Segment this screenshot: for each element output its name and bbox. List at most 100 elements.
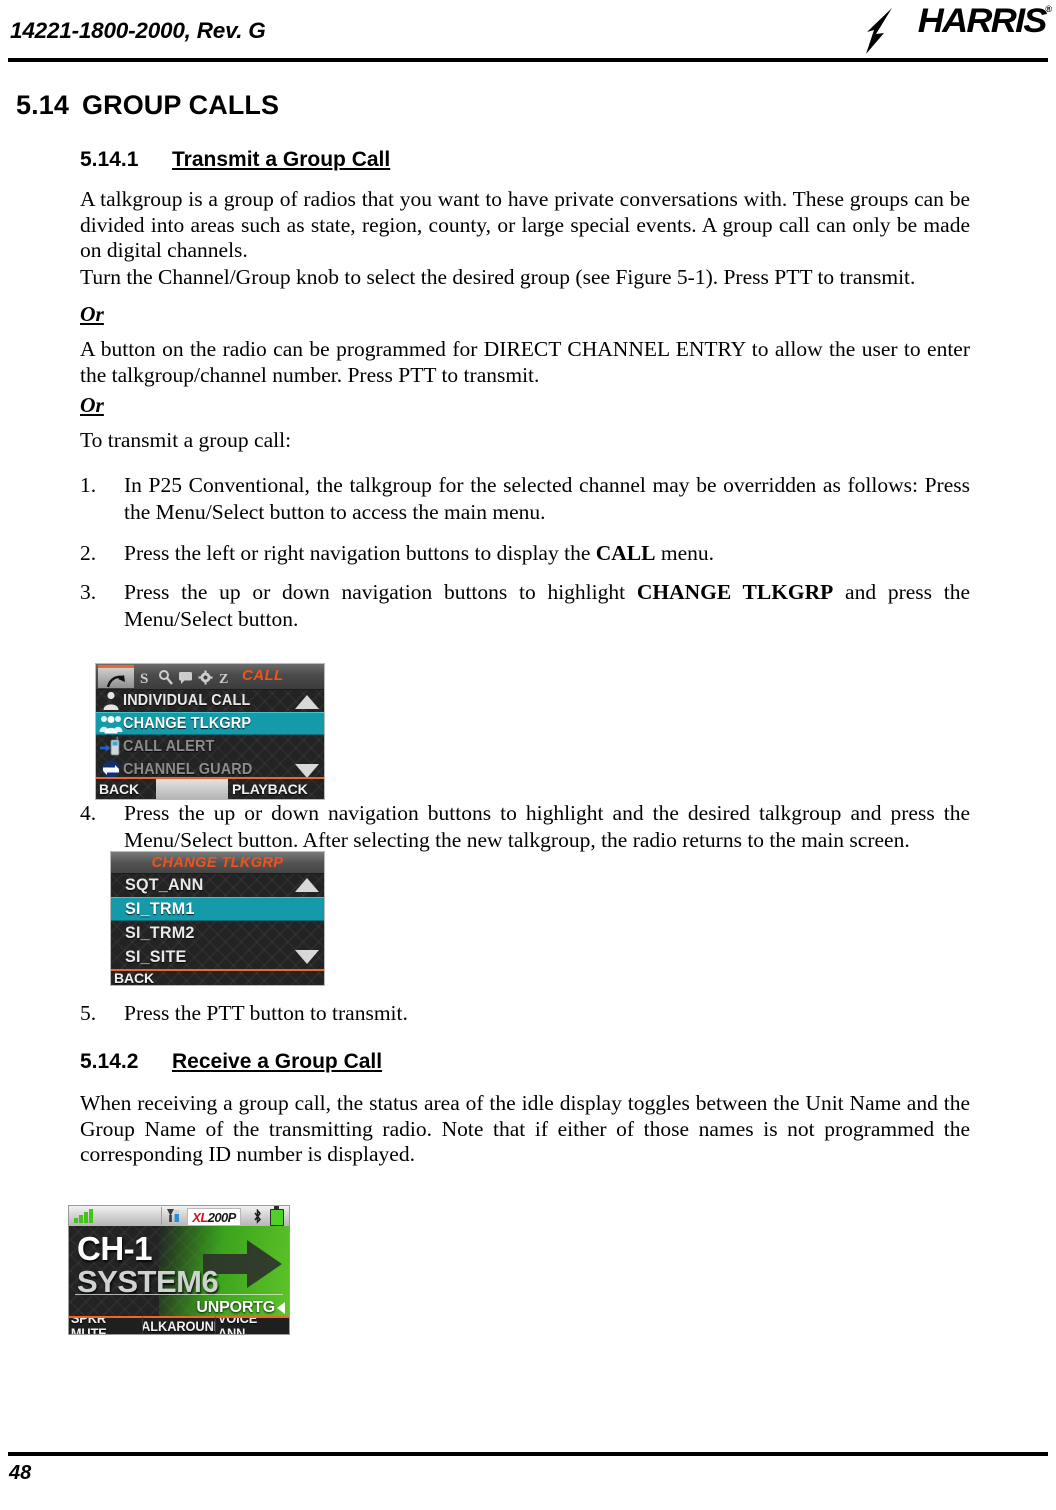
section-number: 5.14	[16, 90, 69, 120]
softkey-playback[interactable]: PLAYBACK	[228, 777, 324, 799]
idle-main-area: CH-1 SYSTEM6 UNPORTG	[69, 1226, 289, 1318]
list-marker: 4.	[80, 801, 97, 825]
group-people-icon	[99, 713, 123, 734]
subsection-title-2: Receive a Group Call	[172, 1050, 383, 1073]
left-caret-icon	[277, 1302, 285, 1314]
subsection-heading-1: 5.14.1 Transmit a Group Call	[80, 148, 390, 172]
scan-s-icon[interactable]: S	[138, 669, 153, 687]
radio-screenshot-idle-display: XL200P CH-1 SYSTEM6 UNPORTG SPKR MUTE TA…	[68, 1205, 290, 1335]
softkey-talkaround[interactable]: TALKAROUND	[141, 1316, 216, 1334]
signal-strength-icon	[74, 1209, 96, 1223]
list-marker: 3.	[80, 580, 97, 604]
menu-item-change-tlkgrp[interactable]: CHANGE TLKGRP	[96, 712, 324, 735]
lightning-bolt-icon	[866, 8, 892, 54]
softkey-back[interactable]: BACK	[111, 969, 163, 985]
idle-divider-line	[75, 1294, 283, 1295]
status-bar: XL200P	[69, 1206, 289, 1227]
list-item: 3. Press the up or down navigation butto…	[80, 579, 970, 633]
softkey-label: BACK	[114, 970, 155, 985]
document-number: 14221-1800-2000, Rev. G	[10, 18, 266, 43]
tab-call-active[interactable]	[98, 665, 134, 688]
softkey-middle[interactable]	[156, 777, 228, 799]
page-header: 14221-1800-2000, Rev. G HARRIS ®	[8, 4, 1052, 58]
menu-item-call-alert[interactable]: CALL ALERT	[96, 735, 324, 758]
menu-item-individual-call[interactable]: INDIVIDUAL CALL	[96, 689, 324, 712]
talkgroup-item-si-site[interactable]: SI_SITE	[111, 945, 324, 969]
softkey-voice-ann[interactable]: VOICE ANN.	[215, 1316, 289, 1334]
soft-key-bar: BACK	[111, 969, 324, 985]
page-number: 48	[9, 1462, 32, 1484]
talkgroup-label: SI_TRM1	[125, 899, 195, 918]
section-title: GROUP CALLS	[82, 90, 280, 120]
screen-title-bar: CHANGE TLKGRP	[111, 852, 324, 874]
single-person-icon	[99, 690, 123, 711]
softkey-spkr-mute[interactable]: SPKR MUTE	[69, 1316, 142, 1334]
menu-tab-label: CALL	[242, 667, 284, 684]
menu-item-label: INDIVIDUAL CALL	[123, 691, 251, 709]
section-heading: 5.14 GROUP CALLS	[16, 90, 279, 121]
scroll-down-arrow-icon[interactable]	[295, 764, 319, 778]
registered-mark: ®	[1045, 4, 1052, 14]
softkey-label: PLAYBACK	[232, 781, 308, 797]
list-item: 2. Press the left or right navigation bu…	[80, 540, 970, 567]
scroll-up-arrow-icon[interactable]	[295, 878, 319, 892]
softkey-label: SPKR MUTE	[70, 1316, 107, 1334]
menu-item-label: CHANNEL GUARD	[123, 760, 253, 778]
menu-tab-bar: S Z CALL	[96, 664, 324, 690]
paragraph-turn-knob: Turn the Channel/Group knob to select th…	[80, 265, 916, 289]
paragraph-talkgroup-definition: A talkgroup is a group of radios that yo…	[80, 187, 970, 262]
scroll-down-arrow-icon[interactable]	[295, 950, 319, 964]
bluetooth-icon	[254, 1209, 261, 1224]
sleep-z-icon[interactable]: Z	[218, 669, 233, 687]
softkey-back[interactable]: BACK	[96, 777, 156, 799]
talkgroup-item-si-trm1[interactable]: SI_TRM1	[111, 897, 324, 921]
microphone-icon	[167, 1209, 179, 1222]
svg-text:S: S	[140, 671, 148, 686]
or-label-2: Or	[80, 393, 104, 417]
talkgroup-label: SI_TRM2	[125, 923, 195, 942]
talkgroup-item-sqt-ann[interactable]: SQT_ANN	[111, 873, 324, 897]
menu-item-label: CALL ALERT	[123, 737, 215, 755]
harris-logo: HARRIS ®	[848, 2, 1052, 56]
list-text-emphasis: CHANGE TLKGRP	[636, 580, 834, 604]
channel-name: CH-1	[77, 1230, 153, 1267]
subsection-title-1: Transmit a Group Call	[172, 148, 391, 171]
header-divider	[8, 58, 1048, 62]
message-icon[interactable]	[178, 669, 193, 686]
zone-indicator[interactable]: UNPORTG	[196, 1299, 285, 1317]
list-text: In P25 Conventional, the talkgroup for t…	[124, 473, 970, 524]
harris-logo-text: HARRIS	[918, 2, 1048, 40]
list-text: Press the left or right navigation butto…	[124, 541, 596, 565]
softkey-label: TALKAROUND	[141, 1318, 216, 1334]
battery-icon	[270, 1206, 284, 1226]
talkgroup-item-si-trm2[interactable]: SI_TRM2	[111, 921, 324, 945]
search-icon[interactable]	[158, 669, 173, 686]
softkey-label: BACK	[99, 781, 140, 797]
radio-alert-icon	[99, 736, 123, 757]
or-label-1: Or	[80, 302, 104, 326]
or-divider-2: Or	[80, 393, 104, 419]
list-item: 4. Press the up or down navigation butto…	[80, 800, 970, 854]
gear-icon[interactable]	[198, 669, 213, 686]
scroll-up-arrow-icon[interactable]	[295, 695, 319, 709]
menu-tab-icons: S Z	[138, 667, 233, 687]
list-item: 5. Press the PTT button to transmit.	[80, 1000, 970, 1027]
subsection-number-2: 5.14.2	[80, 1050, 139, 1073]
list-text-emphasis: CALL	[595, 541, 656, 565]
list-marker: 5.	[80, 1001, 97, 1025]
softkey-blank[interactable]	[163, 969, 324, 985]
footer-divider	[8, 1452, 1048, 1456]
badge-xl-text: XL200P	[192, 1209, 236, 1225]
soft-key-bar: BACK PLAYBACK	[96, 777, 324, 799]
soft-key-bar: SPKR MUTE TALKAROUND VOICE ANN.	[69, 1316, 289, 1334]
screen-title: CHANGE TLKGRP	[151, 854, 284, 871]
paragraph-direct-channel-entry: A button on the radio can be programmed …	[80, 337, 970, 387]
list-marker: 1.	[80, 473, 97, 497]
document-page: 14221-1800-2000, Rev. G HARRIS ® 5.14 GRO…	[0, 0, 1056, 1510]
list-item: 1. In P25 Conventional, the talkgroup fo…	[80, 472, 970, 526]
call-arrow-icon	[107, 675, 125, 688]
menu-item-label: CHANGE TLKGRP	[123, 714, 252, 732]
or-divider-1: Or	[80, 302, 104, 328]
list-text: Press the PTT button to transmit.	[124, 1001, 408, 1025]
talkgroup-label: SQT_ANN	[125, 875, 204, 894]
